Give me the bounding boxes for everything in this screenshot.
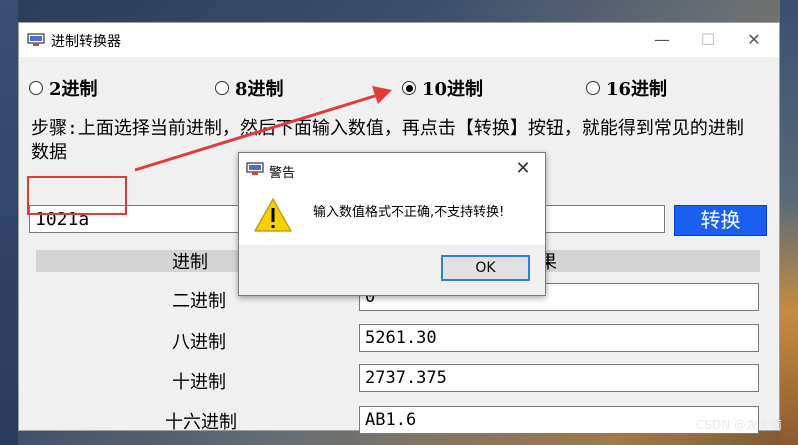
app-icon — [27, 33, 45, 46]
dialog-title: 警告 — [269, 166, 296, 181]
row-label-decimal: 十进制 — [172, 372, 226, 393]
row-label-binary: 二进制 — [172, 291, 226, 312]
radio-circle-icon — [215, 81, 229, 95]
minimize-button[interactable]: — — [639, 23, 685, 57]
header-base: 进制 — [172, 252, 208, 273]
radio-base-2[interactable]: 2进制 — [29, 75, 98, 101]
titlebar: 进制转换器 — ☐ ✕ — [19, 23, 779, 57]
row-label-hex: 十六进制 — [165, 412, 237, 433]
maximize-button[interactable]: ☐ — [685, 23, 731, 57]
radio-base-10[interactable]: 10进制 — [402, 75, 483, 101]
warning-dialog: 警告 ✕ 输入数值格式不正确,不支持转换! OK — [238, 152, 546, 296]
radio-label: 8进制 — [235, 79, 284, 100]
result-decimal-field[interactable]: 2737.375 — [359, 364, 759, 392]
radio-base-16[interactable]: 16进制 — [586, 75, 667, 101]
dialog-message: 输入数值格式不正确,不支持转换! — [313, 205, 505, 220]
result-octal-field[interactable]: 5261.30 — [359, 324, 759, 352]
dialog-close-button[interactable]: ✕ — [509, 157, 537, 181]
dialog-footer: OK — [239, 245, 545, 295]
radio-label: 16进制 — [606, 79, 668, 100]
radio-circle-icon — [29, 81, 43, 95]
radio-circle-icon — [586, 81, 600, 95]
row-label-octal: 八进制 — [172, 332, 226, 353]
annotation-highlight-box — [27, 176, 127, 215]
background-right — [780, 0, 798, 445]
close-button[interactable]: ✕ — [731, 23, 777, 57]
ok-button[interactable]: OK — [441, 255, 530, 281]
radio-label: 10进制 — [422, 79, 484, 100]
app-icon — [246, 162, 264, 175]
radio-base-8[interactable]: 8进制 — [215, 75, 284, 101]
radio-label: 2进制 — [49, 79, 98, 100]
dialog-body: 输入数值格式不正确,不支持转换! — [239, 185, 545, 245]
convert-button[interactable]: 转换 — [674, 205, 767, 236]
warning-icon — [253, 197, 293, 232]
window-title: 进制转换器 — [51, 34, 121, 50]
watermark: CSDN @龙木南 — [695, 418, 782, 432]
radio-checked-icon — [402, 81, 416, 95]
background-left — [0, 0, 18, 445]
